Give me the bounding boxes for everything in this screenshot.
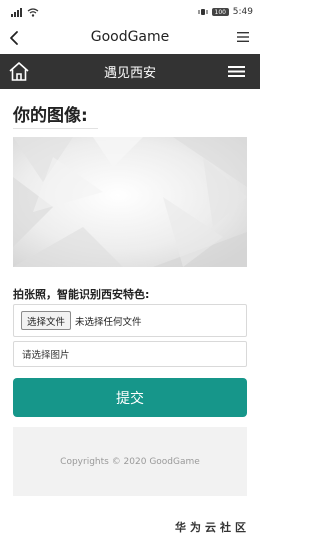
app-header: GoodGame (0, 24, 260, 52)
hamburger-icon[interactable] (228, 66, 245, 77)
upload-label: 拍张照，智能识别西安特色: (13, 288, 150, 301)
nav-title: 遇见西安 (103, 66, 156, 81)
image-preview (13, 137, 247, 267)
home-icon[interactable] (8, 61, 30, 82)
image-placeholder-graphic (13, 137, 247, 267)
status-bar: 100 5:49 (0, 0, 260, 24)
wifi-icon (27, 7, 39, 17)
status-time: 5:49 (232, 7, 253, 17)
footer: Copyrights © 2020 GoodGame (13, 427, 247, 496)
status-right: 100 5:49 (198, 7, 253, 17)
menu-icon[interactable] (236, 31, 250, 43)
signal-icon (11, 7, 22, 17)
copyright-text: Copyrights © 2020 GoodGame (60, 456, 200, 467)
submit-button[interactable]: 提交 (13, 378, 247, 417)
select-image-field[interactable]: 请选择图片 (13, 341, 247, 367)
vibrate-icon (198, 9, 208, 15)
file-input-field[interactable]: 选择文件 未选择任何文件 (13, 304, 247, 337)
status-left (11, 7, 39, 17)
page-heading: 你的图像: (13, 106, 88, 126)
watermark-logo: 华为云社区 (175, 521, 250, 534)
heading-divider (13, 128, 98, 129)
choose-file-button[interactable]: 选择文件 (21, 311, 72, 330)
app-title: GoodGame (90, 29, 170, 45)
file-status-text: 未选择任何文件 (75, 316, 142, 328)
nav-bar: 遇见西安 (0, 54, 260, 89)
battery-indicator: 100 (211, 8, 229, 16)
